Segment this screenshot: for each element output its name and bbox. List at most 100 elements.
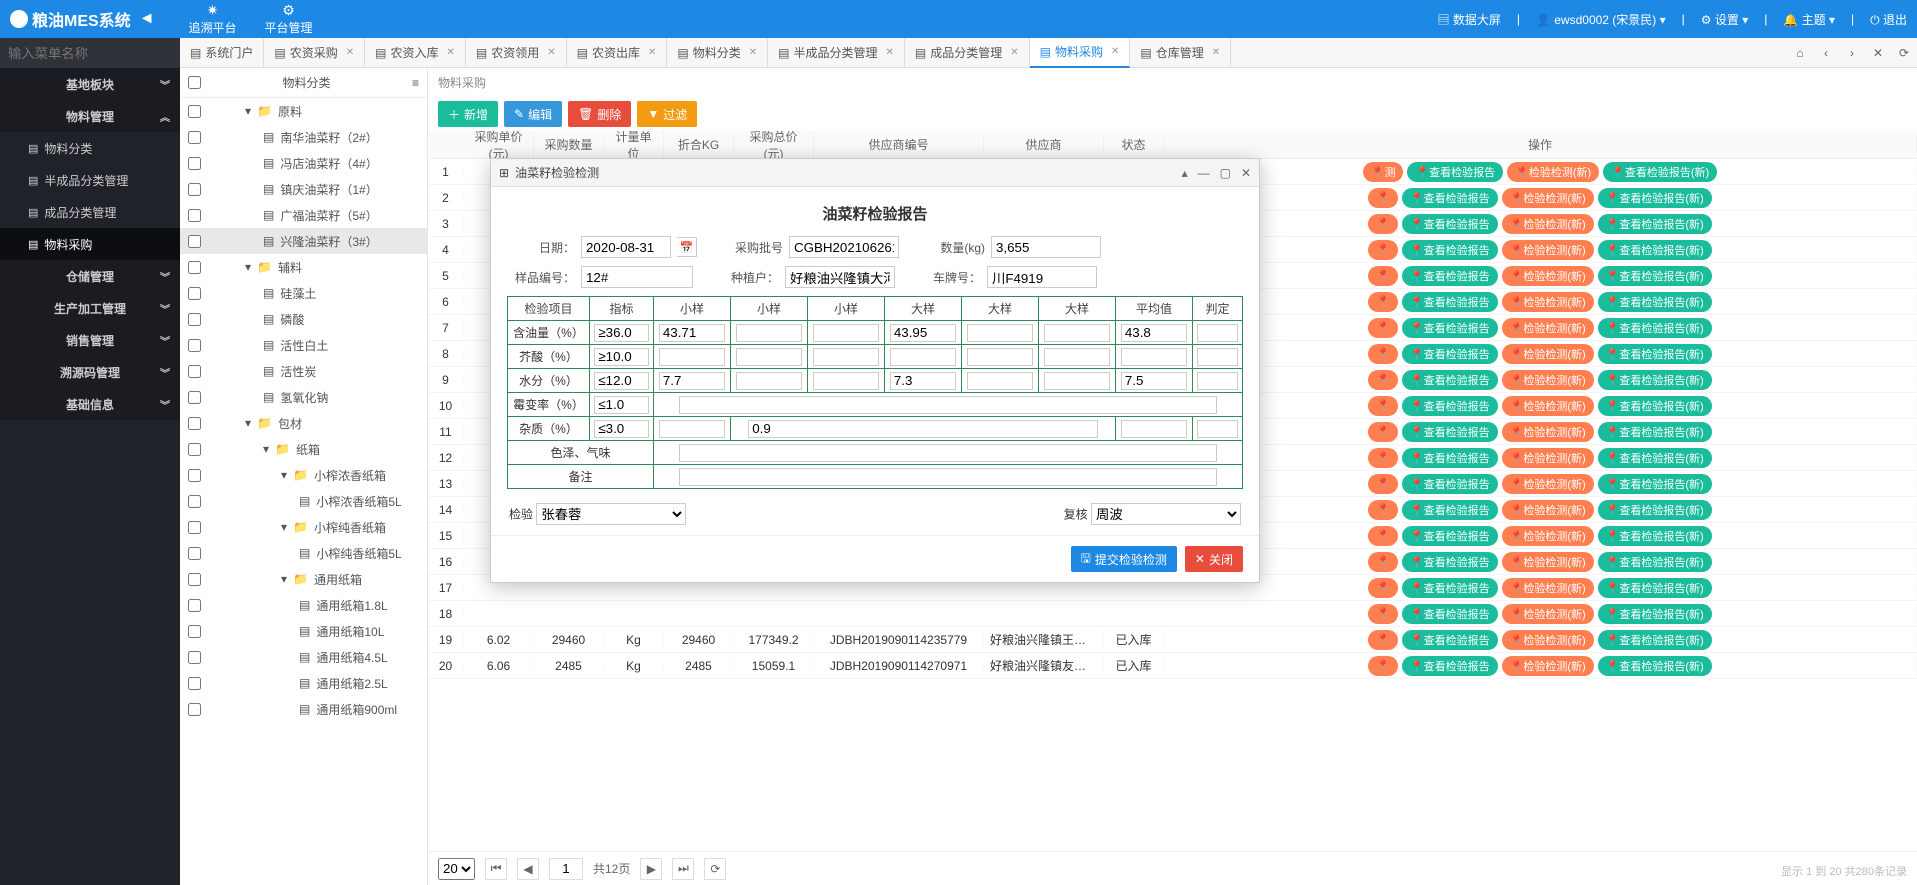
- tree-item[interactable]: ▤ 冯店油菜籽（4#）: [180, 150, 427, 176]
- tab[interactable]: ▤物料采购✕: [1030, 38, 1131, 68]
- sidebar-group[interactable]: 销售管理︾: [0, 324, 180, 356]
- date-input[interactable]: [581, 236, 671, 258]
- inspect-pill[interactable]: 📍: [1368, 422, 1398, 442]
- tree-item[interactable]: ▤ 活性炭: [180, 358, 427, 384]
- view-report-pill[interactable]: 📍查看检验报告: [1402, 344, 1498, 364]
- s3-input[interactable]: [813, 348, 879, 366]
- table-row[interactable]: 18 📍 📍查看检验报告 📍检验检测(新) 📍查看检验报告(新): [428, 601, 1917, 627]
- tree-item[interactable]: ▤ 通用纸箱2.5L: [180, 670, 427, 696]
- tree-checkbox[interactable]: [188, 391, 201, 404]
- modal-maximize-icon[interactable]: ▢: [1220, 166, 1231, 180]
- reviewer-select[interactable]: 周波: [1091, 503, 1241, 525]
- tab-close-icon[interactable]: ✕: [1212, 47, 1220, 58]
- tree-checkbox[interactable]: [188, 287, 201, 300]
- inspect-pill[interactable]: 📍: [1368, 240, 1398, 260]
- s1-input[interactable]: [659, 372, 725, 390]
- tree-checkbox[interactable]: [188, 469, 201, 482]
- tree-checkbox[interactable]: [188, 235, 201, 248]
- view-report-new-pill[interactable]: 📍查看检验报告(新): [1598, 656, 1712, 676]
- tab[interactable]: ▤农资领用✕: [466, 38, 567, 68]
- tree-checkbox[interactable]: [188, 131, 201, 144]
- add-button[interactable]: ＋新增: [438, 101, 498, 127]
- s3-input[interactable]: [813, 372, 879, 390]
- tree-item[interactable]: ▤ 小榨浓香纸箱5L: [180, 488, 427, 514]
- view-report-new-pill[interactable]: 📍查看检验报告(新): [1598, 448, 1712, 468]
- inspect-new-pill[interactable]: 📍检验检测(新): [1502, 500, 1594, 520]
- tab-close-icon[interactable]: ✕: [1010, 47, 1018, 58]
- tree-checkbox[interactable]: [188, 495, 201, 508]
- folder-toggle-icon[interactable]: ▾: [245, 260, 251, 274]
- inspect-new-pill[interactable]: 📍检验检测(新): [1502, 266, 1594, 286]
- target-input[interactable]: [594, 348, 648, 366]
- view-report-new-pill[interactable]: 📍查看检验报告(新): [1598, 188, 1712, 208]
- inspect-new-pill[interactable]: 📍检验检测(新): [1502, 344, 1594, 364]
- delete-button[interactable]: 🗑删除: [568, 101, 631, 127]
- tree-item[interactable]: ▤ 兴隆油菜籽（3#）: [180, 228, 427, 254]
- target-input[interactable]: [594, 420, 648, 438]
- view-report-new-pill[interactable]: 📍查看检验报告(新): [1598, 292, 1712, 312]
- tree-item[interactable]: ▤ 南华油菜籽（2#）: [180, 124, 427, 150]
- view-report-new-pill[interactable]: 📍查看检验报告(新): [1598, 214, 1712, 234]
- inspect-pill[interactable]: 📍: [1368, 552, 1398, 572]
- sidebar-item[interactable]: ▤物料分类: [0, 132, 180, 164]
- sidebar-collapse-icon[interactable]: ◄: [139, 10, 155, 28]
- tree-item[interactable]: ▤ 广福油菜籽（5#）: [180, 202, 427, 228]
- close-button[interactable]: ✕ 关闭: [1185, 546, 1243, 572]
- tree-item[interactable]: ▤ 通用纸箱900ml: [180, 696, 427, 722]
- view-report-pill[interactable]: 📍查看检验报告: [1402, 604, 1498, 624]
- inspect-pill[interactable]: 📍: [1368, 604, 1398, 624]
- tree-item[interactable]: ▤ 镇庆油菜籽（1#）: [180, 176, 427, 202]
- modal-close-icon[interactable]: ✕: [1241, 166, 1251, 180]
- sidebar-item[interactable]: ▤物料采购: [0, 228, 180, 260]
- tab[interactable]: ▤仓库管理✕: [1130, 38, 1231, 68]
- tree-item[interactable]: ▾ 📁 包材: [180, 410, 427, 436]
- tree-checkbox[interactable]: [188, 183, 201, 196]
- tree-checkbox[interactable]: [188, 209, 201, 222]
- topnav-trace[interactable]: ✷ 追溯平台: [175, 0, 251, 38]
- inspect-pill[interactable]: 📍: [1368, 214, 1398, 234]
- tree-checkbox[interactable]: [188, 599, 201, 612]
- sidebar-item[interactable]: ▤成品分类管理: [0, 196, 180, 228]
- inspect-new-pill[interactable]: 📍检验检测(新): [1502, 604, 1594, 624]
- tree-checkbox[interactable]: [188, 365, 201, 378]
- modal-dock-icon[interactable]: ▴: [1182, 166, 1188, 180]
- view-report-new-pill[interactable]: 📍查看检验报告(新): [1598, 500, 1712, 520]
- sample-input[interactable]: [581, 266, 693, 288]
- theme-link[interactable]: 🔔 主题 ▾: [1783, 11, 1835, 28]
- b3-input[interactable]: [1044, 324, 1110, 342]
- pager-last-icon[interactable]: ⏭: [672, 858, 694, 880]
- inspect-new-pill[interactable]: 📍检验检测(新): [1502, 240, 1594, 260]
- tree-checkbox[interactable]: [188, 313, 201, 326]
- inspect-new-pill[interactable]: 📍检验检测(新): [1502, 448, 1594, 468]
- inspect-pill[interactable]: 📍: [1368, 448, 1398, 468]
- submit-button[interactable]: 🖫 提交检验检测: [1071, 546, 1177, 572]
- pager-current-input[interactable]: [549, 858, 583, 880]
- view-report-pill[interactable]: 📍查看检验报告: [1402, 578, 1498, 598]
- tab-close-all-icon[interactable]: ✕: [1865, 46, 1891, 60]
- tree-item[interactable]: ▤ 磷酸: [180, 306, 427, 332]
- table-row[interactable]: 20 6.06 2485 Kg 2485 15059.1 JDBH2019090…: [428, 653, 1917, 679]
- view-report-new-pill[interactable]: 📍查看检验报告(新): [1598, 526, 1712, 546]
- tree-checkbox[interactable]: [188, 677, 201, 690]
- inspect-pill[interactable]: 📍: [1368, 474, 1398, 494]
- judge-input[interactable]: [1197, 324, 1238, 342]
- plate-input[interactable]: [987, 266, 1097, 288]
- view-report-pill[interactable]: 📍查看检验报告: [1407, 162, 1503, 182]
- inspect-pill[interactable]: 📍: [1368, 578, 1398, 598]
- folder-toggle-icon[interactable]: ▾: [263, 442, 269, 456]
- inspect-new-pill[interactable]: 📍检验检测(新): [1502, 422, 1594, 442]
- tab-next-icon[interactable]: ›: [1839, 46, 1865, 60]
- qty-input[interactable]: [991, 236, 1101, 258]
- inspect-new-pill[interactable]: 📍检验检测(新): [1502, 578, 1594, 598]
- view-report-new-pill[interactable]: 📍查看检验报告(新): [1598, 396, 1712, 416]
- s1-input[interactable]: [659, 348, 725, 366]
- inspect-new-pill[interactable]: 📍检验检测(新): [1502, 370, 1594, 390]
- inspect-new-pill[interactable]: 📍检验检测(新): [1502, 214, 1594, 234]
- inspect-pill[interactable]: 📍: [1368, 526, 1398, 546]
- inspect-pill[interactable]: 📍: [1368, 318, 1398, 338]
- tree-item[interactable]: ▤ 通用纸箱4.5L: [180, 644, 427, 670]
- col-kg[interactable]: 折合KG: [664, 136, 734, 153]
- avg-input[interactable]: [1121, 420, 1187, 438]
- tab-close-icon[interactable]: ✕: [547, 47, 555, 58]
- tree-checkbox[interactable]: [188, 547, 201, 560]
